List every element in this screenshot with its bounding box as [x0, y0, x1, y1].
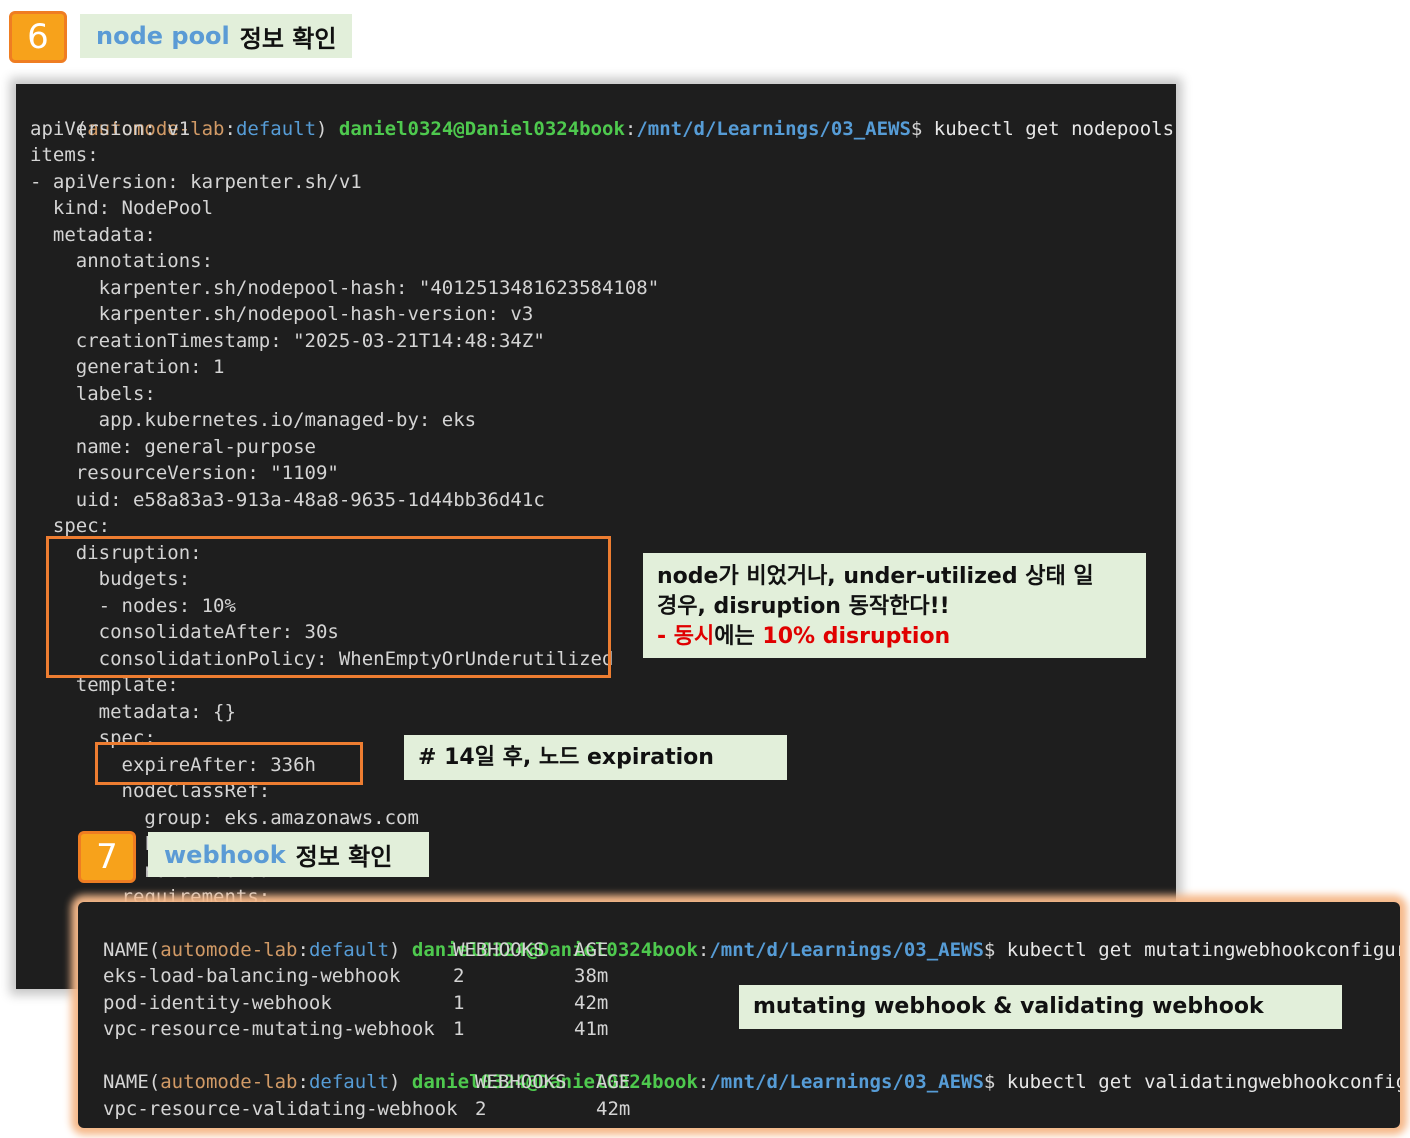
step-6-keyword: node pool — [96, 22, 230, 50]
table-cell: 42m — [574, 991, 609, 1014]
step-7-title: webhook 정보 확인 — [148, 832, 429, 877]
yaml-line: group: eks.amazonaws.com — [30, 806, 419, 829]
disruption-note-line1: node가 비었거나, under-utilized 상태 일 — [657, 564, 1094, 589]
yaml-line: name: general-purpose — [30, 435, 316, 458]
table-cell: 2 — [453, 965, 465, 987]
step-7-keyword: webhook — [164, 840, 286, 869]
table-row: vpc-resource-validating-webhook 2 42m — [103, 1096, 1400, 1123]
table-cell: AGE — [574, 938, 609, 961]
prompt-line: (automode-lab:default) daniel0324@Daniel… — [103, 910, 1400, 961]
table-cell: 1 — [453, 991, 465, 1014]
yaml-line: uid: e58a83a3-913a-48a8-9635-1d44bb36d41… — [30, 488, 545, 511]
note-red-text: 동시 — [673, 624, 715, 649]
expire-note: # 14일 후, 노드 expiration — [404, 735, 787, 780]
table-cell: vpc-resource-mutating-webhook — [103, 1018, 435, 1040]
table-cell: WEBHOOKS — [475, 1071, 567, 1093]
prompt-line: (automode-lab:default) daniel0324@Daniel… — [103, 1043, 1400, 1093]
table-cell: NAME — [103, 1071, 149, 1093]
yaml-line: annotations: — [30, 250, 214, 272]
disruption-note: node가 비었거나, under-utilized 상태 일 경우, disr… — [643, 553, 1146, 658]
prompt-line: (automode-lab:default) daniel0324@Daniel… — [30, 89, 1176, 140]
note-text: 에는 — [714, 624, 763, 649]
prompt-namespace: default — [235, 117, 317, 140]
table-cell: eks-load-balancing-webhook — [103, 965, 401, 987]
yaml-line: creationTimestamp: "2025-03-21T14:48:34Z… — [30, 329, 545, 352]
table-cell: 2 — [475, 1097, 487, 1120]
prompt-paren: ) — [316, 117, 339, 140]
prompt-symbol: $ — [983, 938, 1007, 961]
prompt-sep: : — [697, 938, 710, 961]
yaml-line: karpenter.sh/nodepool-hash-version: v3 — [30, 303, 534, 325]
table-cell: AGE — [596, 1071, 631, 1093]
yaml-line: karpenter.sh/nodepool-hash: "40125134816… — [30, 276, 660, 299]
prompt-path: /mnt/d/Learnings/03_AEWS — [709, 1071, 984, 1093]
disruption-note-line2: 경우, disruption 동작한다!! — [657, 594, 950, 619]
table-cell: 1 — [453, 1018, 465, 1040]
yaml-line: kind: NodePool — [30, 197, 214, 219]
step-6-label: 정보 확인 — [239, 24, 337, 53]
yaml-line: app.kubernetes.io/managed-by: eks — [30, 409, 477, 431]
yaml-line: labels: — [30, 382, 156, 405]
disruption-highlight-box — [46, 536, 611, 678]
yaml-line: items: — [30, 144, 99, 166]
table-cell: NAME — [103, 938, 149, 961]
yaml-line: resourceVersion: "1109" — [30, 462, 339, 484]
note-red-text: 10% disruption — [762, 624, 951, 649]
step-6-badge: 6 — [9, 11, 67, 63]
command-text: kubectl get validatingwebhookconfigurati… — [1006, 1071, 1400, 1093]
table-cell: 42m — [596, 1097, 631, 1120]
step-7-label: 정보 확인 — [295, 843, 393, 871]
prompt-symbol: $ — [983, 1071, 1007, 1093]
expire-highlight-box — [95, 742, 363, 785]
step-7-badge: 7 — [78, 831, 136, 883]
prompt-sep: : — [624, 117, 637, 140]
prompt-symbol: $ — [910, 117, 934, 140]
command-text: kubectl get nodepools -o yaml — [933, 117, 1175, 140]
prompt-user: daniel0324@Daniel0324book — [338, 117, 625, 140]
yaml-line: generation: 1 — [30, 356, 225, 378]
note-dash: - — [657, 624, 674, 649]
step-6-title: node pool 정보 확인 — [80, 14, 353, 58]
yaml-line: metadata: — [30, 223, 156, 246]
yaml-line: - apiVersion: karpenter.sh/v1 — [30, 170, 362, 193]
prompt-sep: : — [697, 1071, 710, 1093]
table-cell: pod-identity-webhook — [103, 991, 332, 1014]
table-cell: vpc-resource-validating-webhook — [103, 1097, 458, 1120]
table-cell: 41m — [574, 1018, 609, 1040]
prompt-path: /mnt/d/Learnings/03_AEWS — [709, 938, 984, 961]
command-text: kubectl get mutatingwebhookconfiguration — [1006, 938, 1400, 961]
prompt-path: /mnt/d/Learnings/03_AEWS — [636, 117, 911, 140]
webhook-note: mutating webhook & validating webhook — [739, 985, 1342, 1029]
prompt-sep: : — [224, 117, 236, 140]
yaml-line: metadata: {} — [30, 700, 236, 723]
disruption-note-line3: - 동시에는 10% disruption — [657, 622, 1132, 652]
table-cell: WEBHOOKS — [453, 938, 545, 961]
table-cell: 38m — [574, 965, 609, 987]
yaml-output: apiVersion: v1 items: - apiVersion: karpen… — [30, 116, 1176, 911]
